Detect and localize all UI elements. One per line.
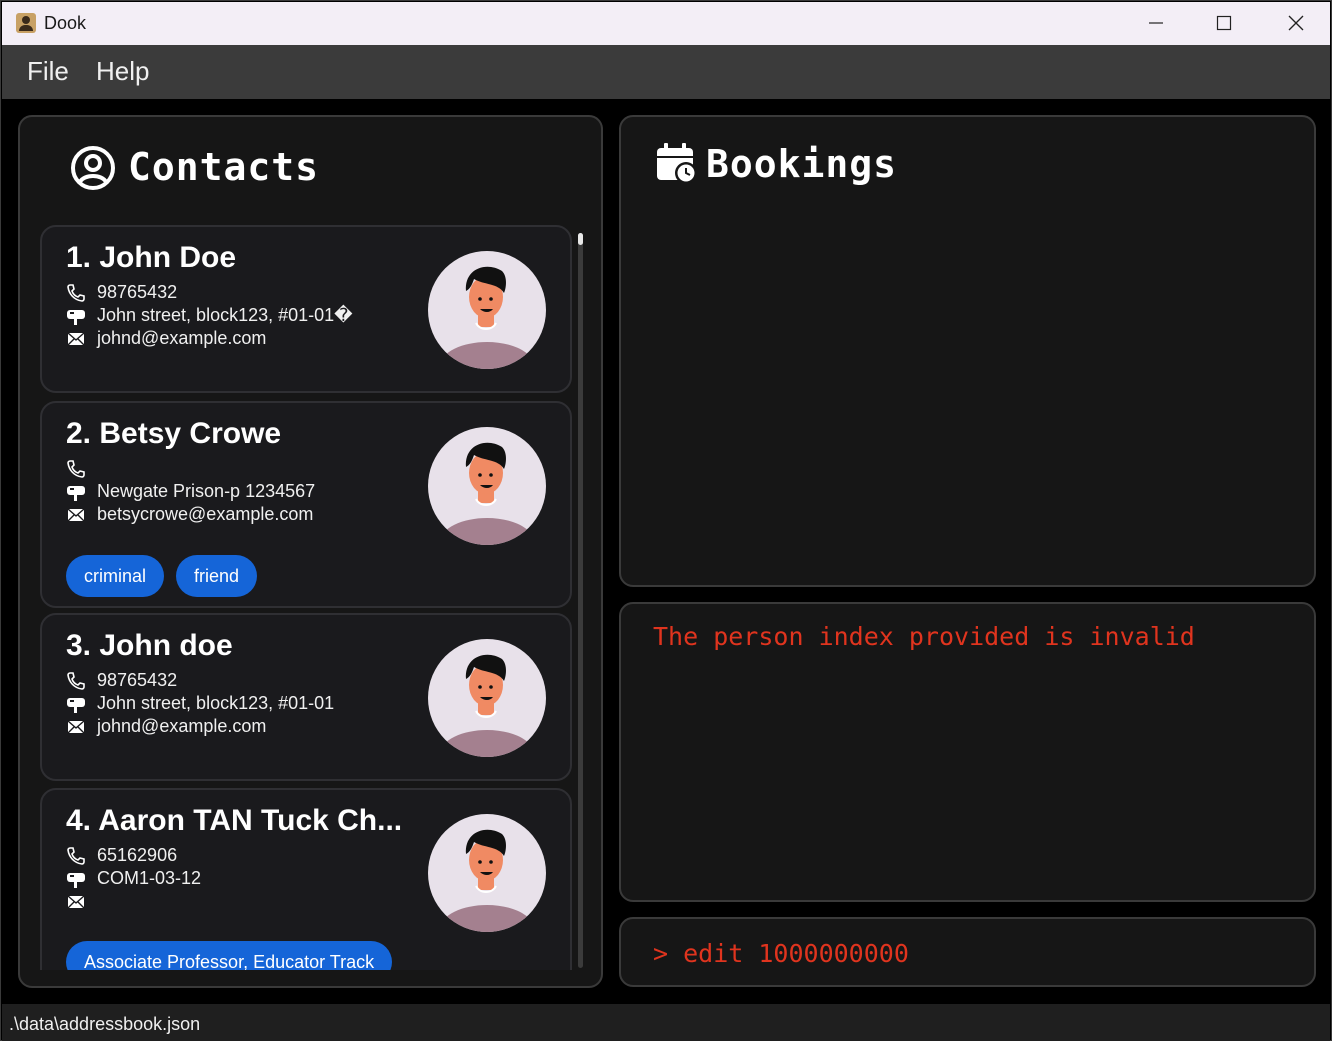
- maximize-icon: [1216, 15, 1232, 31]
- envelope-icon: [67, 508, 85, 522]
- title-bar[interactable]: Dook: [2, 2, 1330, 45]
- avatar: [428, 427, 546, 545]
- contact-card[interactable]: 1. John Doe 98765432 John street, block1…: [40, 225, 572, 393]
- tag-chip: criminal: [66, 555, 165, 597]
- avatar: [428, 639, 546, 757]
- result-display: The person index provided is invalid: [619, 602, 1316, 902]
- calendar-clock-icon: [657, 143, 697, 184]
- contacts-title: Contacts: [128, 145, 320, 189]
- avatar: [428, 814, 546, 932]
- tag-chip: Associate Professor, Educator Track: [66, 941, 393, 970]
- contact-name: 4. Aaron TAN Tuck Ch...: [66, 804, 403, 837]
- contact-card[interactable]: 3. John doe 98765432 John street, block1…: [40, 613, 572, 781]
- phone-icon: [67, 672, 85, 690]
- mailbox-icon: [67, 873, 85, 888]
- contacts-panel: Contacts 1. John Doe 98765432 John stree…: [18, 115, 603, 988]
- menu-bar: File Help: [2, 45, 1330, 99]
- close-icon: [1288, 15, 1304, 31]
- window-title: Dook: [44, 13, 87, 33]
- command-box[interactable]: > edit 1000000000: [619, 917, 1316, 987]
- app-icon: [16, 13, 36, 33]
- avatar: [428, 251, 546, 369]
- contact-list-scrollbar[interactable]: [578, 233, 583, 968]
- contact-name: 2. Betsy Crowe: [66, 417, 282, 450]
- mailbox-icon: [67, 698, 85, 713]
- mailbox-icon: [67, 310, 85, 325]
- mailbox-icon: [67, 486, 85, 501]
- bookings-panel: Bookings: [619, 115, 1316, 587]
- status-file-path: .\data\addressbook.json: [9, 1014, 201, 1034]
- minimize-button[interactable]: [1122, 2, 1190, 45]
- close-button[interactable]: [1262, 2, 1330, 45]
- result-message: The person index provided is invalid: [653, 622, 1195, 651]
- maximize-button[interactable]: [1190, 2, 1258, 45]
- scrollbar-thumb[interactable]: [578, 233, 583, 245]
- command-input[interactable]: > edit 1000000000: [653, 939, 909, 968]
- envelope-icon: [67, 332, 85, 346]
- minimize-icon: [1149, 22, 1163, 24]
- envelope-icon: [67, 895, 85, 909]
- envelope-icon: [67, 720, 85, 734]
- contact-card[interactable]: 4. Aaron TAN Tuck Ch... 65162906 COM1-03…: [40, 788, 572, 970]
- menu-file[interactable]: File: [27, 56, 69, 87]
- menu-help[interactable]: Help: [96, 56, 149, 87]
- phone-icon: [67, 847, 85, 865]
- app-window: Dook File Help Contacts 1. John Doe 9876…: [0, 0, 1332, 1041]
- contact-list[interactable]: 1. John Doe 98765432 John street, block1…: [40, 225, 575, 970]
- status-bar: .\data\addressbook.json: [2, 1004, 1330, 1041]
- bookings-title: Bookings: [706, 142, 898, 186]
- contact-name: 1. John Doe: [66, 241, 237, 274]
- tag-chip: friend: [176, 555, 258, 597]
- contact-name: 3. John doe: [66, 629, 233, 662]
- user-circle-icon: [71, 146, 115, 190]
- phone-icon: [67, 284, 85, 302]
- phone-icon: [67, 460, 85, 478]
- contact-card[interactable]: 2. Betsy Crowe Newgate Prison-p 1234567 …: [40, 401, 572, 608]
